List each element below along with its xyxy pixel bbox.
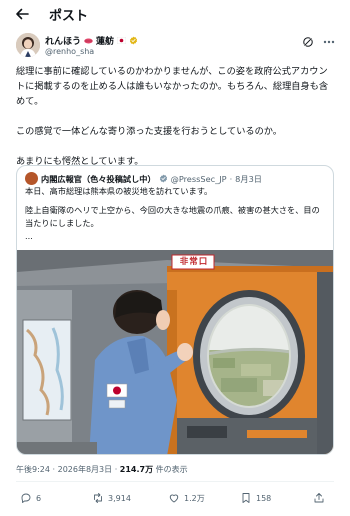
dot-separator: · bbox=[114, 465, 118, 474]
verified-icon bbox=[159, 174, 167, 183]
bookmark-count: 158 bbox=[256, 493, 272, 503]
post-text: 総理に事前に確認しているのかわかりませんが、この姿を政府公式アカウントに掲載する… bbox=[16, 64, 334, 169]
display-name: れんほう bbox=[45, 37, 82, 47]
reply-icon bbox=[21, 493, 31, 503]
quoted-handle: @PressSec_JP bbox=[170, 173, 227, 184]
quoted-line: 陸上自衛隊のヘリで上空から、今回の大きな地震の爪痕、被害の甚大さを、目の当たりに… bbox=[25, 205, 320, 228]
quoted-author-name: 内閣広報官（色々投稿試し中） bbox=[41, 173, 156, 184]
divider bbox=[16, 481, 334, 482]
japan-flag-icon bbox=[117, 37, 127, 44]
dot-separator: · bbox=[229, 173, 233, 184]
post-date: 2026年8月3日 bbox=[57, 465, 113, 474]
top-bar: ポスト bbox=[0, 0, 350, 28]
quoted-date: 8月3日 bbox=[235, 173, 262, 184]
helicopter-window-photo[interactable] bbox=[17, 250, 334, 455]
action-bar: 6 3,914 1.2万 158 bbox=[0, 490, 350, 510]
share-icon bbox=[314, 493, 324, 503]
name-suffix: 蓮舫 bbox=[96, 37, 115, 47]
quoted-avatar bbox=[25, 172, 38, 185]
lips-emoji-icon bbox=[84, 38, 93, 43]
back-arrow-icon[interactable] bbox=[14, 6, 30, 22]
author-handle[interactable]: @renho_sha bbox=[45, 47, 94, 56]
repost-icon bbox=[94, 493, 102, 503]
quoted-ellipsis: ... bbox=[25, 231, 33, 241]
post-paragraph: この感覚で一体どんな寄り添った支援を行おうとしているのか。 bbox=[16, 126, 282, 137]
like-count: 1.2万 bbox=[184, 493, 205, 503]
repost-count: 3,914 bbox=[108, 493, 131, 503]
post-time: 午後9:24 bbox=[16, 465, 50, 474]
post-paragraph: 総理に事前に確認しているのかわかりませんが、この姿を政府公式アカウントに掲載する… bbox=[16, 66, 329, 107]
grok-icon[interactable] bbox=[302, 36, 314, 48]
share-button[interactable] bbox=[313, 492, 325, 504]
view-count-label: 件の表示 bbox=[155, 465, 188, 474]
reply-button[interactable]: 6 bbox=[20, 492, 41, 504]
like-button[interactable]: 1.2万 bbox=[168, 492, 205, 504]
quoted-text: 本日、高市総理は熊本県の被災地を訪れています。 陸上自衛隊のヘリで上空から、今回… bbox=[25, 185, 327, 243]
avatar[interactable] bbox=[16, 33, 40, 57]
dot-separator: · bbox=[52, 465, 56, 474]
bookmark-button[interactable]: 158 bbox=[240, 492, 271, 504]
like-icon bbox=[169, 494, 179, 503]
view-count: 214.7万 bbox=[119, 465, 154, 474]
author-name-row[interactable]: れんほう 蓮舫 bbox=[45, 34, 138, 47]
emergency-exit-sign: 非常口 bbox=[179, 257, 209, 267]
more-icon[interactable] bbox=[323, 40, 335, 44]
page-title: ポスト bbox=[49, 9, 89, 24]
quoted-post-header: 内閣広報官（色々投稿試し中） @PressSec_JP · 8月3日 bbox=[25, 172, 262, 185]
post-author: れんほう 蓮舫 @renho_sha bbox=[16, 33, 336, 63]
post-meta: 午後9:24 · 2026年8月3日 · 214.7万 件の表示 bbox=[16, 464, 188, 475]
verified-icon bbox=[129, 36, 138, 45]
quoted-post[interactable]: 内閣広報官（色々投稿試し中） @PressSec_JP · 8月3日 本日、高市… bbox=[16, 165, 334, 455]
reply-count: 6 bbox=[36, 493, 42, 503]
repost-button[interactable]: 3,914 bbox=[92, 492, 131, 504]
bookmark-icon bbox=[242, 493, 250, 503]
quoted-line: 本日、高市総理は熊本県の被災地を訪れています。 bbox=[25, 186, 213, 196]
